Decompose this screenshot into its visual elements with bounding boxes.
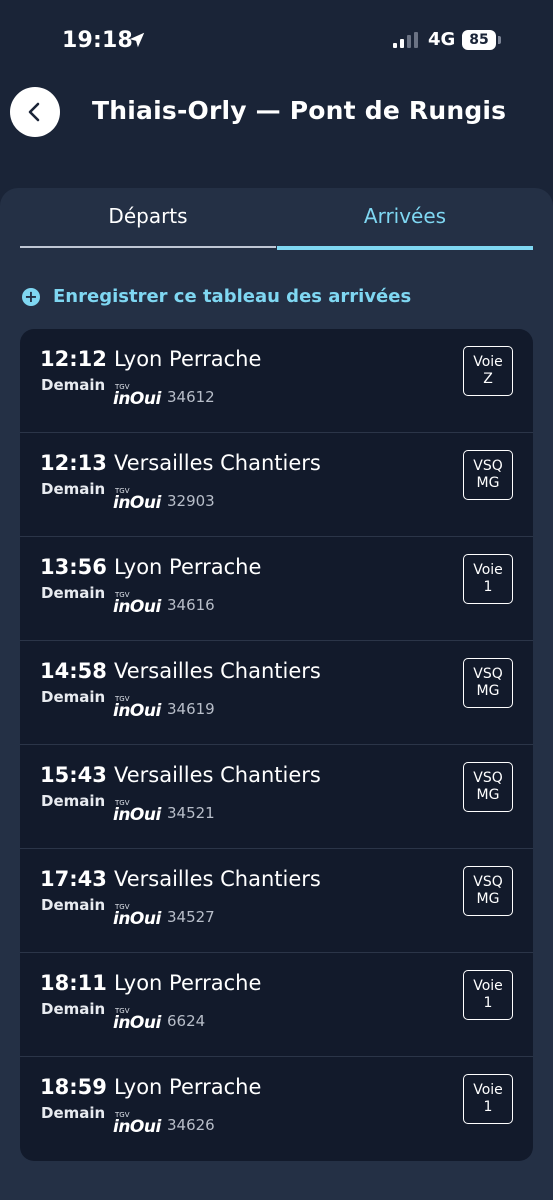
track-line-2: 1 bbox=[483, 1099, 493, 1115]
arrival-time: 17:43 bbox=[40, 867, 107, 891]
arrival-row[interactable]: 18:11 Lyon Perrache Demain TGV inOui 662… bbox=[20, 953, 533, 1057]
arrival-time: 18:11 bbox=[40, 971, 107, 995]
tgv-inoui-logo: TGV inOui bbox=[113, 591, 161, 621]
arrival-day: Demain bbox=[41, 480, 106, 498]
arrival-row[interactable]: 17:43 Versailles Chantiers Demain TGV in… bbox=[20, 849, 533, 953]
track-line-1: Voie bbox=[473, 1082, 503, 1098]
train-number: 34626 bbox=[167, 1116, 215, 1134]
track-line-2: MG bbox=[476, 891, 500, 907]
track-badge: Voie 1 bbox=[463, 970, 513, 1020]
arrival-time: 12:12 bbox=[40, 347, 107, 371]
brand-inoui-label: inOui bbox=[113, 493, 161, 513]
track-line-2: Z bbox=[483, 371, 493, 387]
track-line-2: 1 bbox=[483, 995, 493, 1011]
track-line-2: MG bbox=[476, 683, 500, 699]
arrival-row[interactable]: 15:43 Versailles Chantiers Demain TGV in… bbox=[20, 745, 533, 849]
tgv-inoui-logo: TGV inOui bbox=[113, 487, 161, 517]
page-title: Thiais-Orly — Pont de Rungis bbox=[92, 96, 507, 125]
arrival-day: Demain bbox=[41, 896, 106, 914]
brand-inoui-label: inOui bbox=[113, 1013, 161, 1033]
track-line-1: VSQ bbox=[473, 770, 503, 786]
back-button[interactable] bbox=[10, 87, 60, 137]
status-time: 19:18 bbox=[62, 28, 134, 53]
train-number: 34619 bbox=[167, 700, 215, 718]
arrival-origin: Versailles Chantiers bbox=[114, 451, 321, 475]
track-badge: VSQ MG bbox=[463, 866, 513, 916]
arrival-row[interactable]: 14:58 Versailles Chantiers Demain TGV in… bbox=[20, 641, 533, 745]
arrival-time: 15:43 bbox=[40, 763, 107, 787]
arrival-day: Demain bbox=[41, 376, 106, 394]
track-badge: Voie Z bbox=[463, 346, 513, 396]
train-number: 34527 bbox=[167, 908, 215, 926]
status-bar: 19:18 4G 85 bbox=[0, 0, 553, 80]
brand-inoui-label: inOui bbox=[113, 909, 161, 929]
tab-arrivals[interactable]: Arrivées bbox=[277, 202, 533, 250]
battery-nub bbox=[498, 36, 501, 44]
train-number: 34612 bbox=[167, 388, 215, 406]
tgv-inoui-logo: TGV inOui bbox=[113, 1111, 161, 1141]
train-number: 6624 bbox=[167, 1012, 206, 1030]
arrival-day: Demain bbox=[41, 584, 106, 602]
track-line-2: 1 bbox=[483, 579, 493, 595]
brand-inoui-label: inOui bbox=[113, 1117, 161, 1137]
arrival-day: Demain bbox=[41, 1000, 106, 1018]
track-badge: VSQ MG bbox=[463, 450, 513, 500]
tgv-inoui-logo: TGV inOui bbox=[113, 383, 161, 413]
battery-icon: 85 bbox=[462, 30, 496, 50]
train-number: 34616 bbox=[167, 596, 215, 614]
tgv-inoui-logo: TGV inOui bbox=[113, 695, 161, 725]
location-arrow-icon bbox=[129, 32, 145, 48]
track-line-1: Voie bbox=[473, 354, 503, 370]
track-line-2: MG bbox=[476, 787, 500, 803]
track-badge: VSQ MG bbox=[463, 762, 513, 812]
arrival-day: Demain bbox=[41, 1104, 106, 1122]
arrival-row[interactable]: 18:59 Lyon Perrache Demain TGV inOui 346… bbox=[20, 1057, 533, 1161]
track-line-1: VSQ bbox=[473, 458, 503, 474]
tab-departures[interactable]: Départs bbox=[20, 202, 276, 248]
track-line-1: VSQ bbox=[473, 874, 503, 890]
arrival-row[interactable]: 12:12 Lyon Perrache Demain TGV inOui 346… bbox=[20, 329, 533, 433]
tgv-inoui-logo: TGV inOui bbox=[113, 799, 161, 829]
brand-inoui-label: inOui bbox=[113, 805, 161, 825]
arrivals-list: 12:12 Lyon Perrache Demain TGV inOui 346… bbox=[20, 329, 533, 1161]
track-badge: VSQ MG bbox=[463, 658, 513, 708]
arrival-origin: Lyon Perrache bbox=[114, 971, 262, 995]
brand-inoui-label: inOui bbox=[113, 701, 161, 721]
chevron-left-icon bbox=[28, 102, 40, 122]
brand-inoui-label: inOui bbox=[113, 389, 161, 409]
arrival-time: 18:59 bbox=[40, 1075, 107, 1099]
arrival-origin: Lyon Perrache bbox=[114, 347, 262, 371]
track-line-2: MG bbox=[476, 475, 500, 491]
arrival-origin: Lyon Perrache bbox=[114, 555, 262, 579]
network-type: 4G bbox=[428, 29, 456, 50]
cellular-signal-icon bbox=[393, 32, 418, 48]
arrival-day: Demain bbox=[41, 792, 106, 810]
arrival-origin: Versailles Chantiers bbox=[114, 867, 321, 891]
arrival-origin: Versailles Chantiers bbox=[114, 659, 321, 683]
save-board-button[interactable]: + Enregistrer ce tableau des arrivées bbox=[22, 286, 411, 307]
plus-circle-icon: + bbox=[22, 287, 40, 306]
track-line-1: Voie bbox=[473, 978, 503, 994]
arrival-row[interactable]: 13:56 Lyon Perrache Demain TGV inOui 346… bbox=[20, 537, 533, 641]
brand-inoui-label: inOui bbox=[113, 597, 161, 617]
arrival-time: 13:56 bbox=[40, 555, 107, 579]
track-badge: Voie 1 bbox=[463, 554, 513, 604]
arrival-time: 12:13 bbox=[40, 451, 107, 475]
arrival-origin: Versailles Chantiers bbox=[114, 763, 321, 787]
arrival-day: Demain bbox=[41, 688, 106, 706]
train-number: 34521 bbox=[167, 804, 215, 822]
arrival-origin: Lyon Perrache bbox=[114, 1075, 262, 1099]
tgv-inoui-logo: TGV inOui bbox=[113, 1007, 161, 1037]
track-badge: Voie 1 bbox=[463, 1074, 513, 1124]
arrivals-panel: Départs Arrivées + Enregistrer ce tablea… bbox=[0, 188, 553, 1200]
track-line-1: VSQ bbox=[473, 666, 503, 682]
save-board-label: Enregistrer ce tableau des arrivées bbox=[53, 286, 412, 307]
arrival-row[interactable]: 12:13 Versailles Chantiers Demain TGV in… bbox=[20, 433, 533, 537]
train-number: 32903 bbox=[167, 492, 215, 510]
arrival-time: 14:58 bbox=[40, 659, 107, 683]
tgv-inoui-logo: TGV inOui bbox=[113, 903, 161, 933]
track-line-1: Voie bbox=[473, 562, 503, 578]
